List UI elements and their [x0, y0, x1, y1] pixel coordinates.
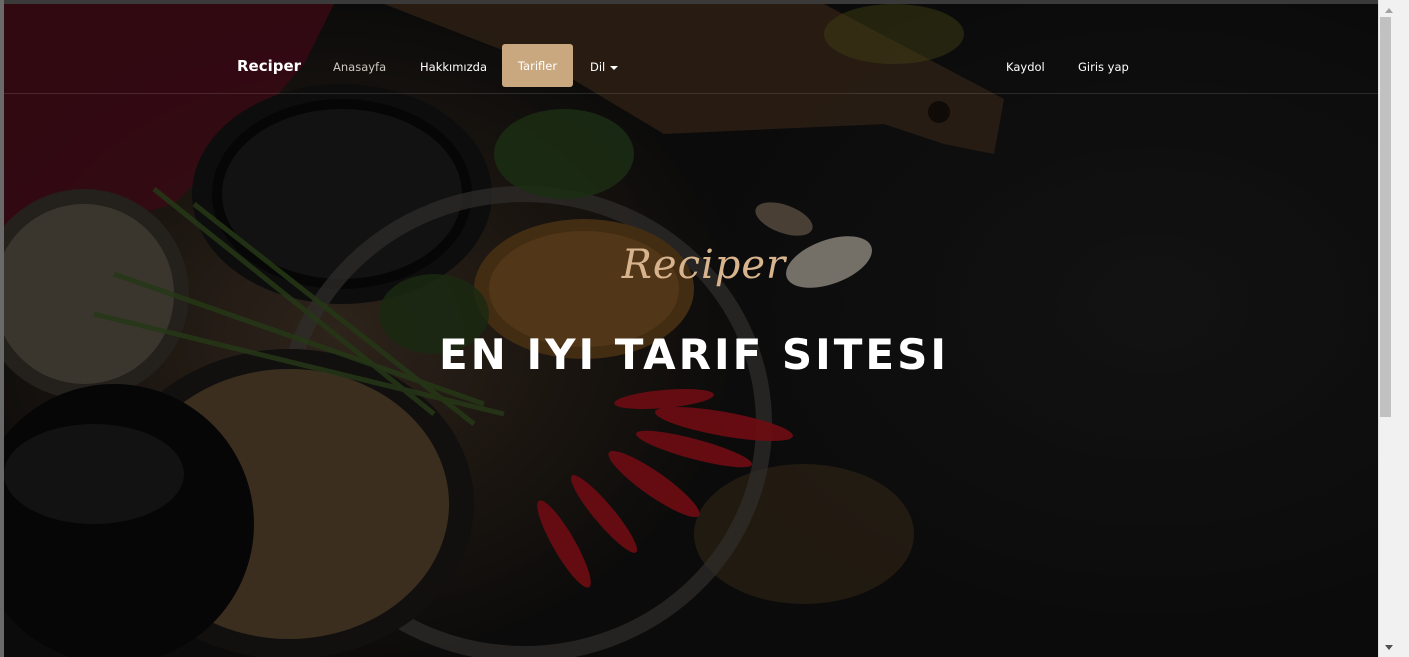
- nav-link-tarifler-label: Tarifler: [517, 58, 558, 73]
- scroll-up-arrow-icon[interactable]: [1385, 8, 1393, 13]
- scroll-down-arrow-icon[interactable]: [1385, 645, 1393, 650]
- nav-link-tarifler[interactable]: Tarifler: [502, 44, 573, 87]
- login-link[interactable]: Giris yap: [1078, 60, 1129, 74]
- nav-link-anasayfa[interactable]: Anasayfa: [333, 60, 386, 74]
- page: Reciper Anasayfa Hakkımızda Tarifler Dil…: [0, 0, 1409, 657]
- register-link[interactable]: Kaydol: [1006, 60, 1045, 74]
- hero-section: Reciper Anasayfa Hakkımızda Tarifler Dil…: [4, 4, 1378, 657]
- language-dropdown-label: Dil: [590, 60, 606, 74]
- brand-logo[interactable]: Reciper: [237, 57, 301, 75]
- language-dropdown[interactable]: Dil: [590, 60, 619, 74]
- scrollbar-thumb[interactable]: [1380, 17, 1391, 417]
- nav-link-hakkimizda[interactable]: Hakkımızda: [420, 60, 487, 74]
- main-navbar: Reciper Anasayfa Hakkımızda Tarifler Dil…: [4, 43, 1378, 94]
- hero-headline: EN IYI TARIF SITESI: [438, 330, 950, 379]
- caret-down-icon: [610, 65, 619, 70]
- hero-script-title: Reciper: [621, 242, 787, 288]
